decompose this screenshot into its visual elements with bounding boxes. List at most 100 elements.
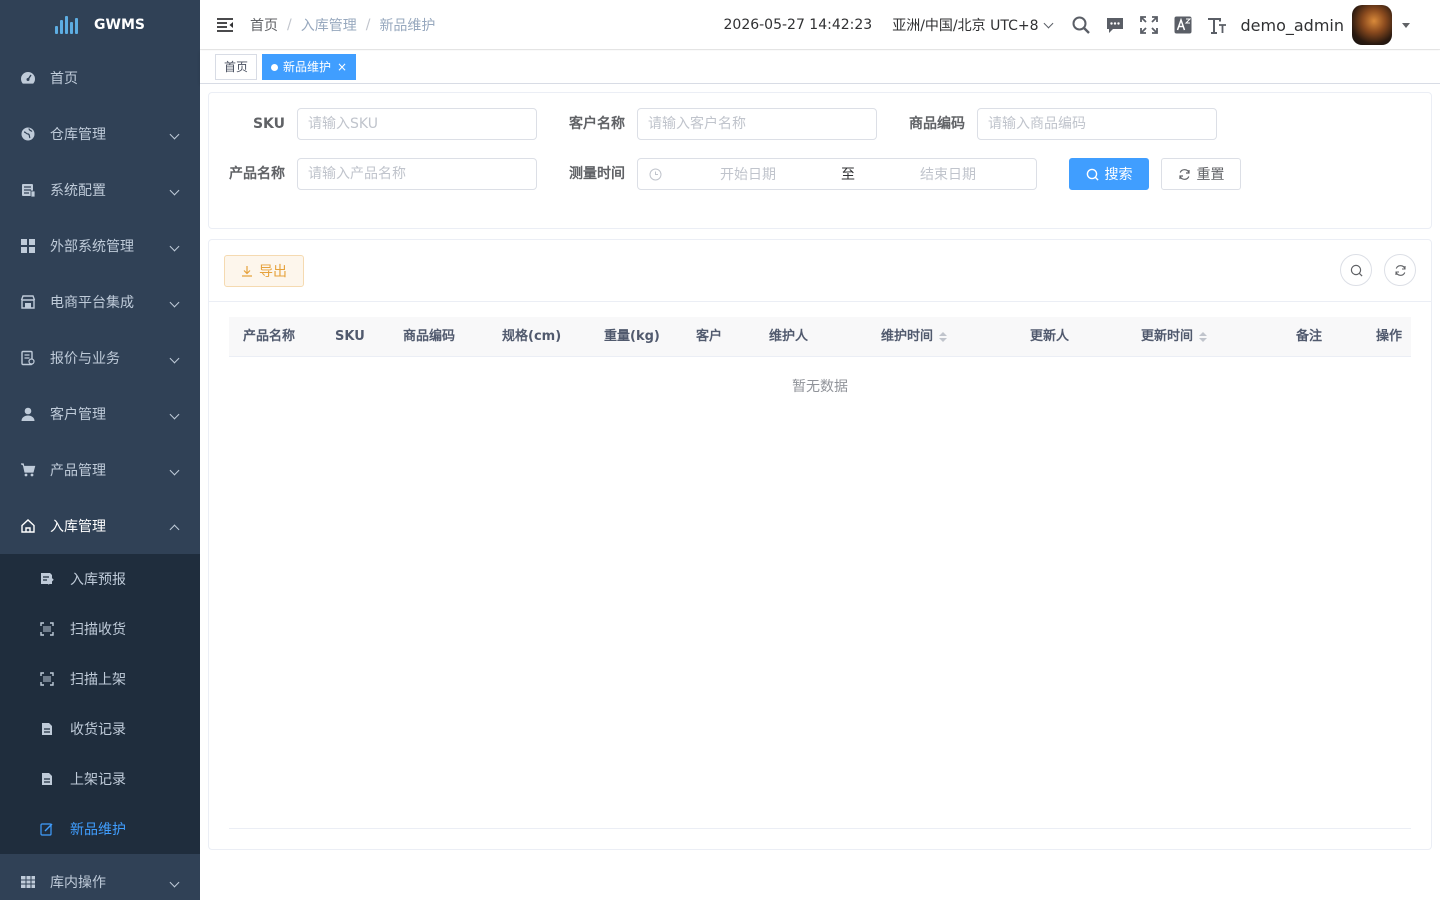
- close-icon[interactable]: ×: [337, 55, 347, 79]
- chevron-down-icon: [169, 409, 180, 420]
- sidebar-item-scan-receive[interactable]: 扫描收货: [0, 604, 200, 654]
- sku-input[interactable]: 请输入SKU: [297, 108, 537, 140]
- reset-button-label: 重置: [1196, 167, 1225, 183]
- refresh-icon: [1178, 168, 1191, 181]
- document-icon: [20, 350, 36, 366]
- logo-icon: [55, 16, 79, 34]
- sidebar-item-warehouse[interactable]: 仓库管理: [0, 106, 200, 162]
- table-toolbar: 导出: [209, 240, 1431, 302]
- column-header-product-name: 产品名称: [243, 329, 296, 344]
- column-header-weight: 重量(kg): [604, 329, 660, 344]
- export-button-label: 导出: [259, 264, 287, 280]
- product-name-label: 产品名称: [229, 166, 285, 182]
- customer-input[interactable]: 请输入客户名称: [637, 108, 877, 140]
- active-dot-icon: [271, 63, 279, 71]
- breadcrumb-inbound[interactable]: 入库管理: [301, 15, 357, 35]
- column-header-label: 维护时间: [881, 329, 934, 344]
- column-header-update-time[interactable]: 更新时间: [1141, 317, 1208, 357]
- fullscreen-icon[interactable]: [1132, 0, 1166, 50]
- sort-icon[interactable]: [1199, 332, 1208, 342]
- search-icon: [1350, 264, 1363, 277]
- table-bottom-border: [229, 828, 1411, 829]
- toggle-search-button[interactable]: [1340, 254, 1372, 286]
- search-button[interactable]: 搜索: [1069, 158, 1149, 190]
- sidebar-item-new-product-maintenance[interactable]: 新品维护: [0, 804, 200, 854]
- chevron-down-icon: [1044, 18, 1054, 28]
- sidebar: GWMS 首页 仓库管理 系统配置 外部系统管理 电商平台集成 报价与业务 客户…: [0, 0, 200, 900]
- column-header-dimensions: 规格(cm): [502, 329, 562, 344]
- table-icon: [20, 874, 36, 890]
- data-table: 产品名称 SKU 商品编码 规格(cm) 重量(kg) 客户 维护人 维护时间 …: [229, 317, 1411, 395]
- tag-new-product-maintenance[interactable]: 新品维护 ×: [262, 54, 357, 80]
- sidebar-item-products[interactable]: 产品管理: [0, 442, 200, 498]
- message-icon[interactable]: [1098, 0, 1132, 50]
- end-date-input[interactable]: 结束日期: [868, 164, 1028, 184]
- sidebar-item-label: 报价与业务: [50, 351, 120, 367]
- sidebar-item-shelve-records[interactable]: 上架记录: [0, 754, 200, 804]
- column-header-actions: 操作: [1376, 329, 1403, 344]
- sidebar-item-receive-records[interactable]: 收货记录: [0, 704, 200, 754]
- search-form: SKU 请输入SKU 客户名称 请输入客户名称 商品编码 请输入商品编码 产品名…: [208, 92, 1432, 229]
- cart-icon: [20, 462, 36, 478]
- file-icon: [40, 722, 54, 736]
- sidebar-item-label: 收货记录: [70, 722, 126, 738]
- sidebar-item-warehouse-operations[interactable]: 库内操作: [0, 854, 200, 900]
- tags-view: 首页 新品维护 ×: [200, 51, 1440, 84]
- current-datetime: 2026-05-27 14:42:23: [723, 17, 873, 33]
- file-icon: [40, 772, 54, 786]
- chevron-down-icon: [169, 241, 180, 252]
- sidebar-item-label: 扫描收货: [70, 622, 126, 638]
- username[interactable]: demo_admin: [1240, 16, 1344, 35]
- product-name-input[interactable]: 请输入产品名称: [297, 158, 537, 190]
- sort-icon[interactable]: [939, 332, 948, 342]
- sidebar-item-home[interactable]: 首页: [0, 50, 200, 106]
- sidebar-item-system-config[interactable]: 系统配置: [0, 162, 200, 218]
- sidebar-item-customers[interactable]: 客户管理: [0, 386, 200, 442]
- search-icon[interactable]: [1064, 0, 1098, 50]
- download-icon: [241, 265, 253, 277]
- column-header-product-code: 商品编码: [403, 329, 456, 344]
- hamburger-icon[interactable]: [200, 0, 250, 50]
- sidebar-item-scan-shelve[interactable]: 扫描上架: [0, 654, 200, 704]
- sidebar-item-inbound[interactable]: 入库管理: [0, 498, 200, 554]
- language-icon[interactable]: [1166, 0, 1200, 50]
- range-separator: 至: [841, 167, 855, 183]
- tag-label: 首页: [224, 60, 249, 74]
- product-code-input[interactable]: 请输入商品编码: [977, 108, 1217, 140]
- timezone-select[interactable]: 亚洲/中国/北京 UTC+8: [892, 15, 1054, 35]
- breadcrumb-home[interactable]: 首页: [250, 15, 278, 35]
- avatar[interactable]: [1352, 5, 1392, 45]
- app-name: GWMS: [94, 17, 145, 33]
- globe-icon: [20, 126, 36, 142]
- sidebar-item-label: 产品管理: [50, 463, 106, 479]
- sidebar-item-external-systems[interactable]: 外部系统管理: [0, 218, 200, 274]
- sidebar-item-inbound-forecast[interactable]: 入库预报: [0, 554, 200, 604]
- column-header-maintain-time[interactable]: 维护时间: [881, 317, 948, 357]
- tag-label: 新品维护: [283, 60, 332, 74]
- app-logo[interactable]: GWMS: [0, 0, 200, 50]
- empty-state-text: 暂无数据: [792, 379, 848, 395]
- sidebar-item-label: 扫描上架: [70, 672, 126, 688]
- start-date-input[interactable]: 开始日期: [668, 164, 828, 184]
- chevron-down-icon: [169, 129, 180, 140]
- reset-button[interactable]: 重置: [1161, 158, 1241, 190]
- user-icon: [20, 406, 36, 422]
- chevron-down-icon: [169, 353, 180, 364]
- export-button[interactable]: 导出: [224, 255, 304, 287]
- breadcrumb: 首页 / 入库管理 / 新品维护: [250, 15, 435, 35]
- refresh-icon: [1394, 264, 1406, 276]
- inbound-submenu: 入库预报 扫描收货 扫描上架 收货记录 上架记录 新品维护: [0, 554, 200, 854]
- tag-home[interactable]: 首页: [215, 54, 258, 80]
- column-header-customer: 客户: [696, 329, 723, 344]
- caret-down-icon[interactable]: [1402, 22, 1410, 28]
- server-icon: [20, 182, 36, 198]
- sidebar-item-quotes[interactable]: 报价与业务: [0, 330, 200, 386]
- measure-time-range[interactable]: 开始日期 至 结束日期: [637, 158, 1037, 190]
- chevron-down-icon: [169, 465, 180, 476]
- font-size-icon[interactable]: [1200, 0, 1234, 50]
- sku-label: SKU: [252, 116, 285, 132]
- sidebar-item-ecommerce[interactable]: 电商平台集成: [0, 274, 200, 330]
- chevron-down-icon: [169, 185, 180, 196]
- refresh-table-button[interactable]: [1384, 254, 1416, 286]
- column-header-remark: 备注: [1296, 329, 1323, 344]
